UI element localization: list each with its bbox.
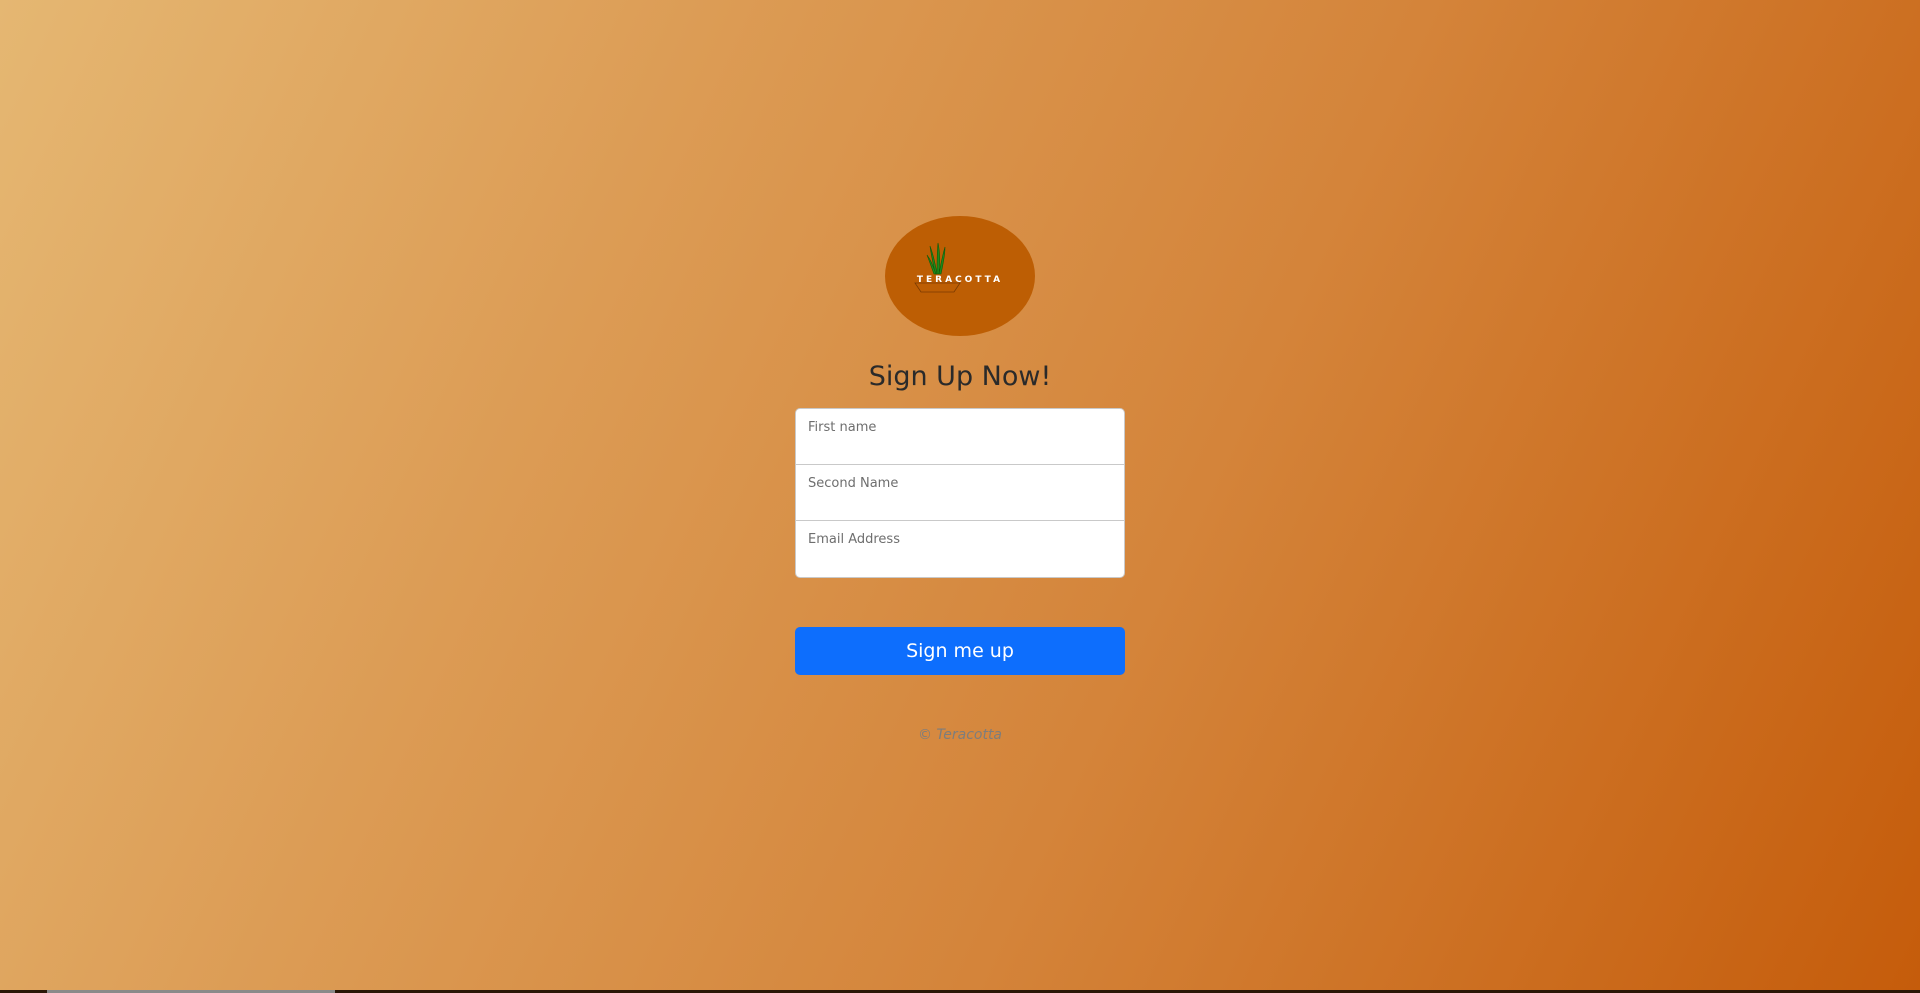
- copyright-footer: © Teracotta: [917, 727, 1003, 744]
- email-field[interactable]: Email Address: [796, 521, 1124, 577]
- first-name-field[interactable]: First name: [796, 409, 1124, 466]
- email-label: Email Address: [808, 532, 900, 548]
- second-name-label: Second Name: [808, 476, 899, 492]
- second-name-input[interactable]: [808, 496, 1112, 515]
- signup-form: First name Second Name Email Address: [795, 408, 1125, 579]
- email-input[interactable]: [808, 553, 1112, 572]
- sign-up-button[interactable]: Sign me up: [795, 627, 1125, 676]
- brand-logo: TERACOTTA: [885, 216, 1035, 336]
- first-name-label: First name: [808, 420, 877, 436]
- logo-wordmark: TERACOTTA: [916, 275, 1004, 285]
- second-name-field[interactable]: Second Name: [796, 465, 1124, 522]
- signup-container: TERACOTTA Sign Up Now! First name Second…: [795, 216, 1125, 743]
- first-name-input[interactable]: [808, 440, 1112, 459]
- page-title: Sign Up Now!: [868, 361, 1052, 392]
